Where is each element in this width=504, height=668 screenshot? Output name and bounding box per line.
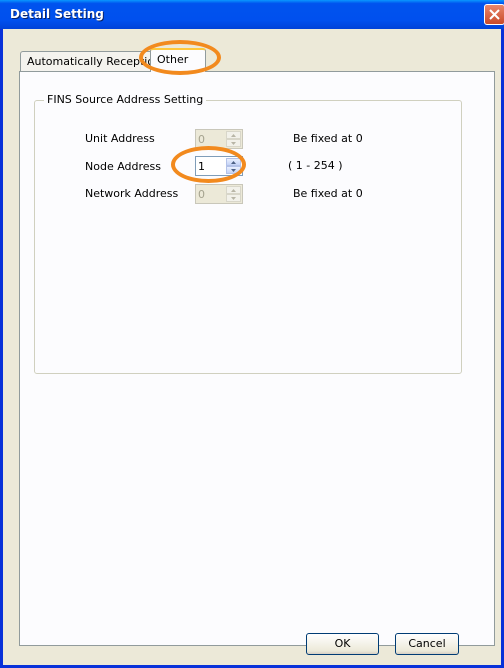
tab-other[interactable]: Other xyxy=(150,48,206,72)
cancel-button[interactable]: Cancel xyxy=(395,633,459,655)
ok-button[interactable]: OK xyxy=(306,633,379,655)
spin-up-button xyxy=(226,186,241,194)
network-address-note: Be fixed at 0 xyxy=(293,187,363,200)
tab-label: Other xyxy=(157,53,189,66)
node-address-spinner[interactable] xyxy=(226,158,241,174)
arrow-down-icon xyxy=(231,169,236,172)
arrow-up-icon xyxy=(231,134,236,137)
close-icon xyxy=(489,9,500,20)
unit-address-note: Be fixed at 0 xyxy=(293,132,363,145)
tab-label: Automatically Reception xyxy=(27,55,162,68)
group-title: FINS Source Address Setting xyxy=(44,93,207,106)
arrow-up-icon xyxy=(231,161,236,164)
node-address-input[interactable] xyxy=(198,159,224,173)
spin-up-button[interactable] xyxy=(226,158,241,166)
arrow-down-icon xyxy=(231,142,236,145)
spin-down-button[interactable] xyxy=(226,166,241,174)
node-address-field[interactable] xyxy=(195,156,243,176)
spin-down-button xyxy=(226,194,241,202)
tab-automatically-reception[interactable]: Automatically Reception xyxy=(20,51,162,71)
network-address-spinner xyxy=(226,186,241,202)
title-bar[interactable]: Detail Setting xyxy=(0,0,504,29)
node-address-label: Node Address xyxy=(85,160,162,173)
node-address-range-note: ( 1 - 254 ) xyxy=(288,159,343,172)
close-button[interactable] xyxy=(484,4,504,25)
network-address-field xyxy=(195,184,243,204)
unit-address-spinner xyxy=(226,131,241,147)
arrow-down-icon xyxy=(231,197,236,200)
network-address-input xyxy=(198,187,224,201)
network-address-label: Network Address xyxy=(85,187,179,200)
window-title: Detail Setting xyxy=(10,7,104,21)
unit-address-input xyxy=(198,132,224,146)
arrow-up-icon xyxy=(231,189,236,192)
spin-up-button xyxy=(226,131,241,139)
spin-down-button xyxy=(226,139,241,147)
unit-address-label: Unit Address xyxy=(85,132,155,145)
unit-address-field xyxy=(195,129,243,149)
